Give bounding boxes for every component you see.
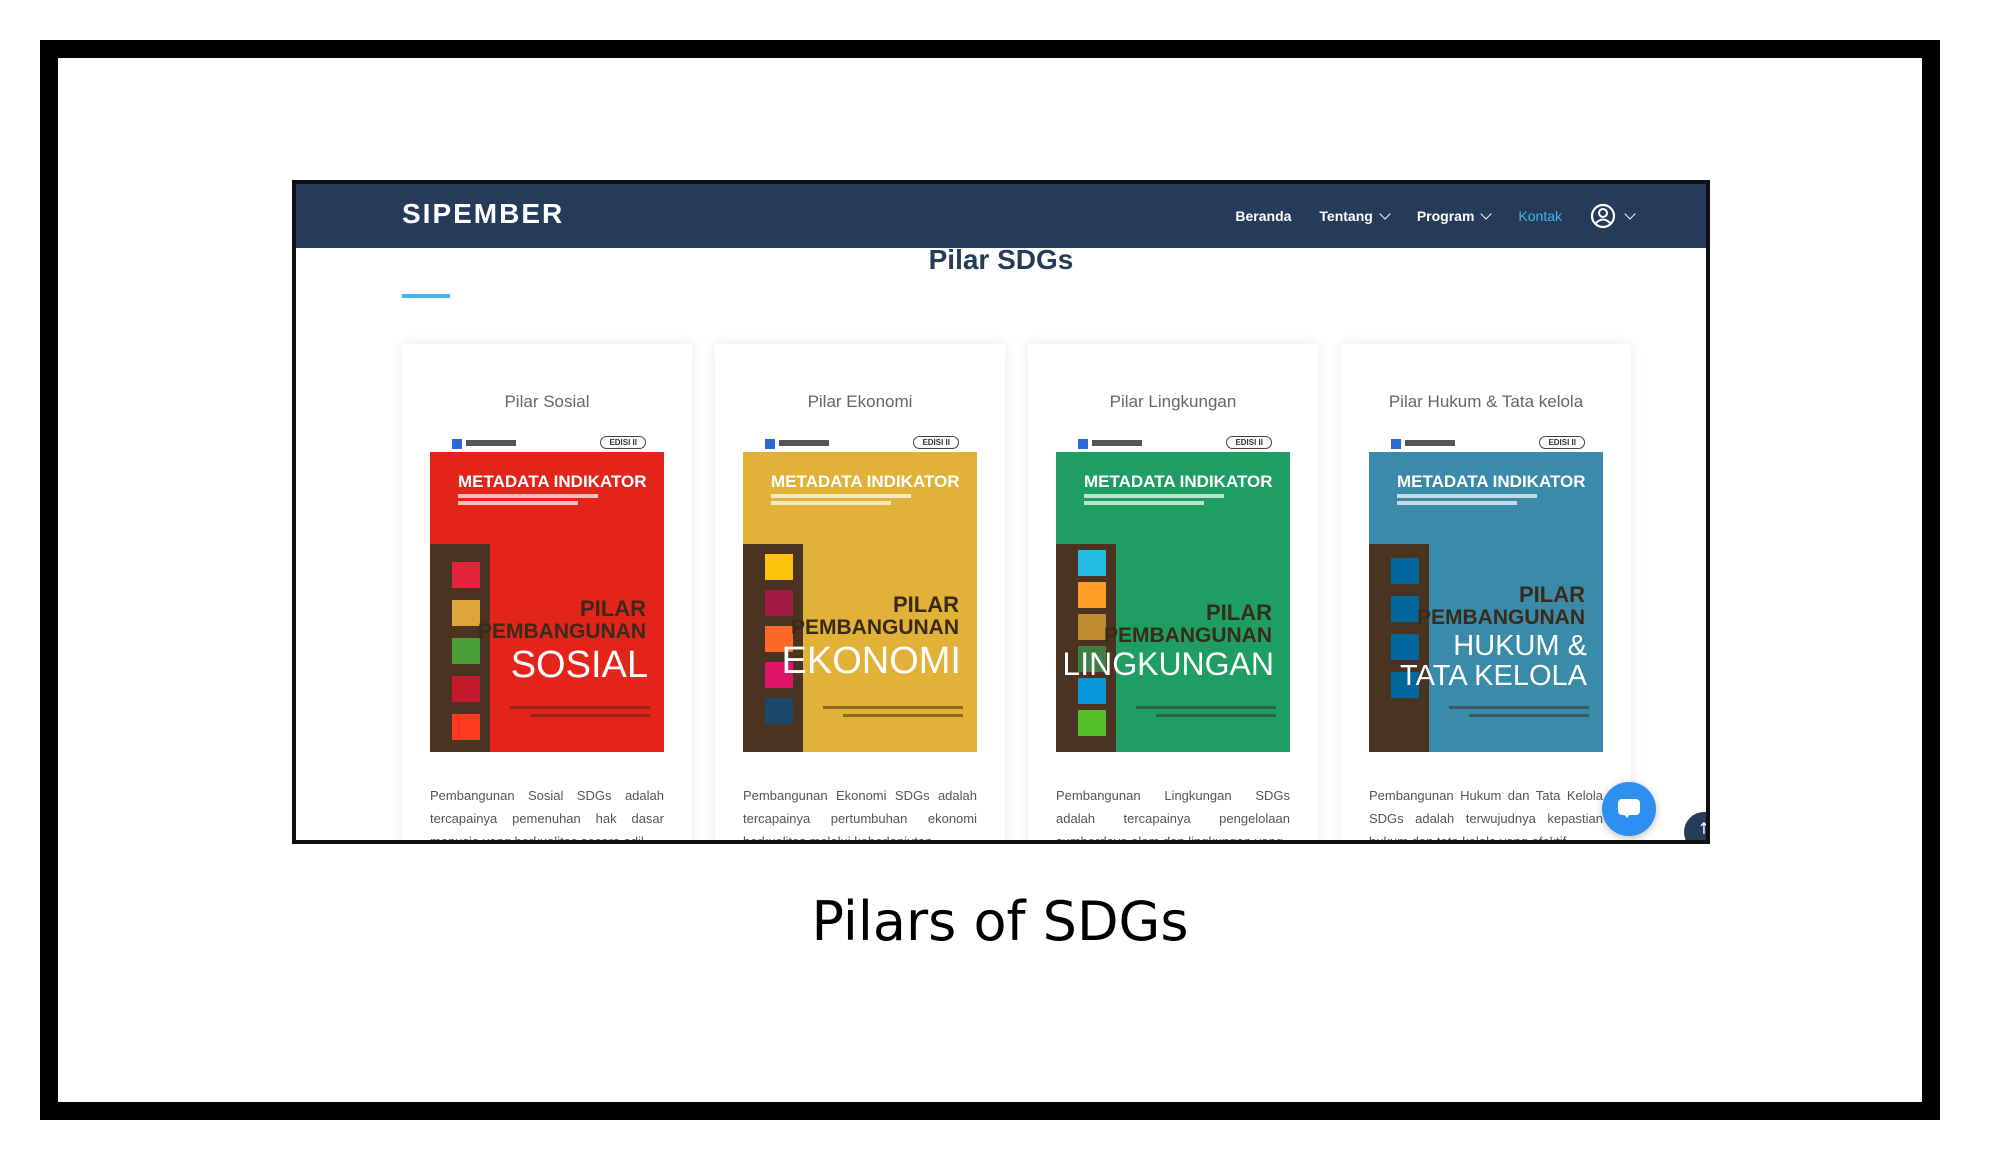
card-title: Pilar Hukum & Tata kelola xyxy=(1388,392,1584,411)
chevron-down-icon xyxy=(1480,208,1493,220)
user-circle-icon xyxy=(1590,203,1616,229)
top-navbar: SIPEMBER Beranda Tentang Program Kontak xyxy=(296,184,1706,248)
chevron-down-icon xyxy=(1379,208,1391,220)
nav-item-beranda[interactable]: Beranda xyxy=(1235,208,1291,224)
card-description: Pembangunan Hukum dan Tata Kelola SDGs a… xyxy=(1369,788,1603,844)
sdg-goal-icon xyxy=(1078,550,1106,576)
nav-item-program[interactable]: Program xyxy=(1417,208,1493,224)
sdg-goal-icon xyxy=(452,676,480,702)
card-title: Pilar Lingkungan xyxy=(1109,392,1237,411)
sdg-goal-icon xyxy=(1078,614,1106,640)
ministry-logo-icon xyxy=(765,439,775,449)
sdg-icon-strip xyxy=(1369,544,1429,752)
book-cover-image[interactable]: EDISI II METADATA INDIKATOR PILAR PEMBAN… xyxy=(1056,434,1290,752)
website-screenshot: SIPEMBER Beranda Tentang Program Kontak … xyxy=(292,180,1710,844)
user-menu[interactable] xyxy=(1590,203,1636,229)
sdg-icon-strip xyxy=(430,544,490,752)
ministry-logo-icon xyxy=(452,439,462,449)
sdg-goal-icon xyxy=(1078,710,1106,736)
chat-bubble-icon xyxy=(1618,799,1640,818)
sdg-goal-icon xyxy=(452,600,480,626)
sdg-goal-icon xyxy=(452,638,480,664)
card-description: Pembangunan Ekonomi SDGs adalah tercapai… xyxy=(743,788,977,844)
sdg-goal-icon xyxy=(1391,634,1419,660)
book-cover-image[interactable]: EDISI II METADATA INDIKATOR PILAR PEMBAN… xyxy=(743,434,977,752)
chat-button[interactable] xyxy=(1602,782,1656,836)
ministry-logo-icon xyxy=(1391,439,1401,449)
section-title: Pilar SDGs xyxy=(928,244,1074,275)
edition-badge: EDISI II xyxy=(1539,436,1585,449)
cover-heading: METADATA INDIKATOR xyxy=(1397,472,1586,491)
brand-logo[interactable]: SIPEMBER xyxy=(402,198,564,230)
card-description: Pembangunan Lingkungan SDGs adalah terca… xyxy=(1056,788,1290,844)
title-accent-line xyxy=(402,294,450,298)
edition-badge: EDISI II xyxy=(1226,436,1272,449)
sdg-goal-icon xyxy=(1391,558,1419,584)
sdg-goal-icon xyxy=(765,554,793,580)
ministry-logo-icon xyxy=(1078,439,1088,449)
cover-heading: METADATA INDIKATOR xyxy=(1084,472,1273,491)
sdg-goal-icon xyxy=(452,714,480,740)
edition-badge: EDISI II xyxy=(600,436,646,449)
chevron-down-icon xyxy=(1624,208,1636,220)
sdg-goal-icon xyxy=(1078,582,1106,608)
figure-caption: Pilars of SDGs xyxy=(811,890,1189,953)
pillar-card-hukum[interactable]: Pilar Hukum & Tata kelola EDISI II METAD… xyxy=(1341,344,1631,844)
nav-item-kontak[interactable]: Kontak xyxy=(1518,208,1562,224)
book-cover-image[interactable]: EDISI II METADATA INDIKATOR PILAR PEMBAN… xyxy=(430,434,664,752)
sdg-goal-icon xyxy=(452,562,480,588)
cover-header-band xyxy=(1369,452,1603,544)
cover-header-band xyxy=(430,452,664,544)
sdg-goal-icon xyxy=(765,698,793,724)
scroll-to-top-button[interactable]: ↑ xyxy=(1684,812,1706,840)
book-cover-image[interactable]: EDISI II METADATA INDIKATOR PILAR PEMBAN… xyxy=(1369,434,1603,752)
pillar-card-sosial[interactable]: Pilar Sosial EDISI II METADATA INDIKATOR… xyxy=(402,344,692,844)
nav-menu: Beranda Tentang Program Kontak xyxy=(1235,184,1636,248)
card-title: Pilar Sosial xyxy=(504,392,590,411)
nav-item-tentang[interactable]: Tentang xyxy=(1319,208,1391,224)
pillar-card-lingkungan[interactable]: Pilar Lingkungan EDISI II METADATA INDIK… xyxy=(1028,344,1318,844)
sdg-goal-icon xyxy=(1391,596,1419,622)
sdg-goal-icon xyxy=(765,590,793,616)
edition-badge: EDISI II xyxy=(913,436,959,449)
card-title: Pilar Ekonomi xyxy=(807,392,913,411)
cover-header-band xyxy=(743,452,977,544)
pillar-card-ekonomi[interactable]: Pilar Ekonomi EDISI II METADATA INDIKATO… xyxy=(715,344,1005,844)
cover-heading: METADATA INDIKATOR xyxy=(458,472,647,491)
cover-heading: METADATA INDIKATOR xyxy=(771,472,960,491)
cover-header-band xyxy=(1056,452,1290,544)
card-description: Pembangunan Sosial SDGs adalah tercapain… xyxy=(430,788,664,844)
